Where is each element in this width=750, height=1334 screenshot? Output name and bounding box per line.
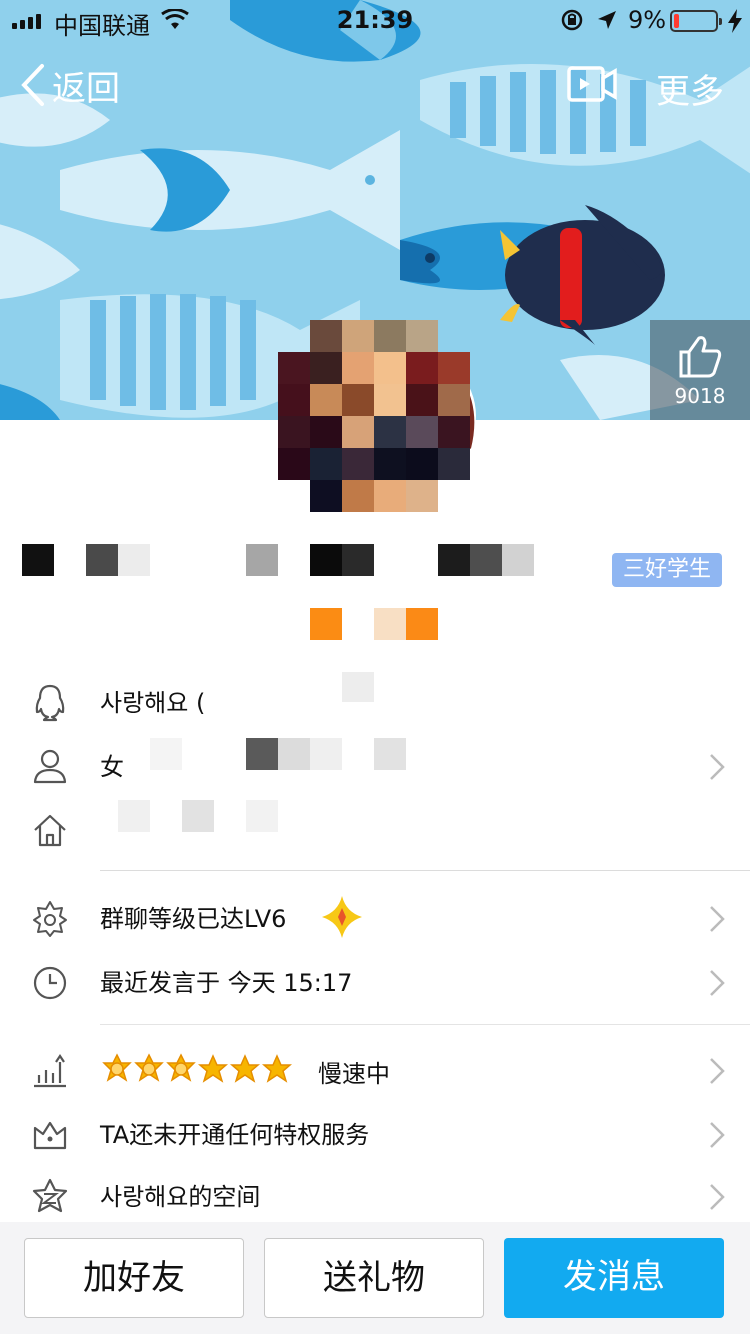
back-label: 返回: [52, 68, 120, 109]
gender-text: 女: [100, 753, 124, 781]
section-divider: [100, 1024, 750, 1025]
chevron-right-icon: [710, 906, 725, 932]
avatar[interactable]: [278, 318, 478, 514]
chevron-right-icon: [710, 1122, 725, 1148]
row-privilege[interactable]: TA还未开通任何特权服务: [0, 1102, 750, 1164]
qq-penguin-icon: [35, 684, 65, 722]
row-hometown: [0, 798, 750, 860]
level-stars-icon: [102, 1053, 292, 1083]
more-button[interactable]: 更多: [656, 64, 724, 113]
privilege-text: TA还未开通任何特权服务: [100, 1121, 370, 1149]
like-button[interactable]: 9018: [650, 320, 750, 420]
rotation-lock-icon: [561, 9, 583, 31]
level-speed-text: 慢速中: [318, 1060, 390, 1088]
chevron-right-icon: [710, 1058, 725, 1084]
battery-percent: 9%: [628, 6, 667, 34]
status-bar: 中国联通 21:39 9%: [0, 0, 750, 40]
last-speak-text: 最近发言于 今天 15:17: [100, 969, 353, 997]
send-message-button[interactable]: 发消息: [504, 1238, 724, 1318]
group-level-text: 群聊等级已达LV6: [100, 905, 287, 933]
row-last-speak[interactable]: 最近发言于 今天 15:17: [0, 950, 750, 1012]
row-qzone[interactable]: 사랑해요的空间: [0, 1164, 750, 1226]
battery-icon: [670, 10, 722, 32]
clock-icon: [33, 966, 67, 1000]
chevron-right-icon: [710, 970, 725, 996]
send-gift-button[interactable]: 送礼物: [264, 1238, 484, 1318]
row-nickname: 사랑해요 (: [0, 670, 750, 732]
crown-icon: [33, 1121, 67, 1150]
nickname-text: 사랑해요 (: [100, 689, 206, 717]
bar-chart-up-icon: [34, 1054, 66, 1088]
action-bar: 加好友 送礼物 发消息: [0, 1222, 750, 1334]
home-icon: [34, 814, 66, 847]
level-diamond-icon: [322, 896, 362, 938]
video-call-icon[interactable]: [566, 62, 618, 106]
qzone-star-icon: [32, 1178, 68, 1213]
back-button[interactable]: 返回: [18, 60, 120, 110]
person-icon: [33, 749, 67, 784]
row-group-level[interactable]: 群聊等级已达LV6: [0, 886, 750, 948]
like-count: 9018: [674, 384, 726, 408]
title-badge: 三好学生: [612, 553, 722, 587]
section-divider: [100, 870, 750, 871]
chevron-right-icon: [710, 1184, 725, 1210]
thumbs-up-icon: [679, 336, 722, 378]
location-arrow-icon: [598, 11, 616, 29]
row-qq-level[interactable]: 慢速中: [0, 1038, 750, 1100]
add-friend-button[interactable]: 加好友: [24, 1238, 244, 1318]
badge-star-icon: [33, 901, 67, 937]
charging-bolt-icon: [728, 9, 742, 33]
qzone-text: 사랑해요的空间: [100, 1183, 261, 1211]
back-chevron-icon: [21, 64, 44, 106]
row-personal-info[interactable]: 女: [0, 734, 750, 796]
chevron-right-icon: [710, 754, 725, 780]
